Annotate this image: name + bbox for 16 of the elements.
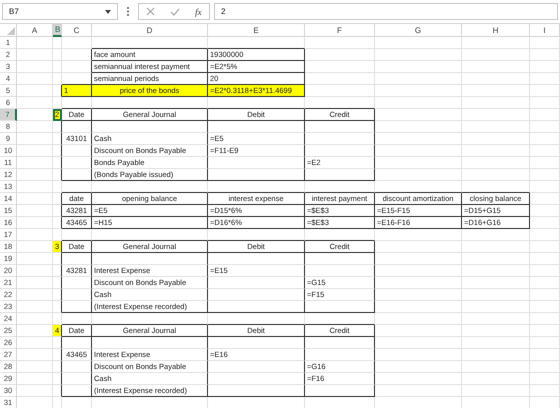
check-icon[interactable] <box>170 8 180 16</box>
insert-function-button[interactable]: fx <box>195 6 202 16</box>
name-box[interactable]: B7 <box>2 3 118 20</box>
column-header[interactable]: F <box>305 24 375 37</box>
column-header[interactable]: G <box>375 24 462 37</box>
column-header[interactable]: H <box>462 24 530 37</box>
select-all-icon[interactable] <box>7 27 15 35</box>
column-header[interactable]: B <box>53 24 62 37</box>
column-header[interactable]: C <box>62 24 92 37</box>
column-header[interactable]: D <box>92 24 208 37</box>
cancel-icon[interactable] <box>146 7 156 16</box>
column-header[interactable]: E <box>208 24 305 37</box>
column-header[interactable]: I <box>530 24 560 37</box>
column-header[interactable]: A <box>17 24 53 37</box>
formula-input[interactable]: 2 <box>214 3 558 20</box>
caret-icon <box>105 10 111 14</box>
